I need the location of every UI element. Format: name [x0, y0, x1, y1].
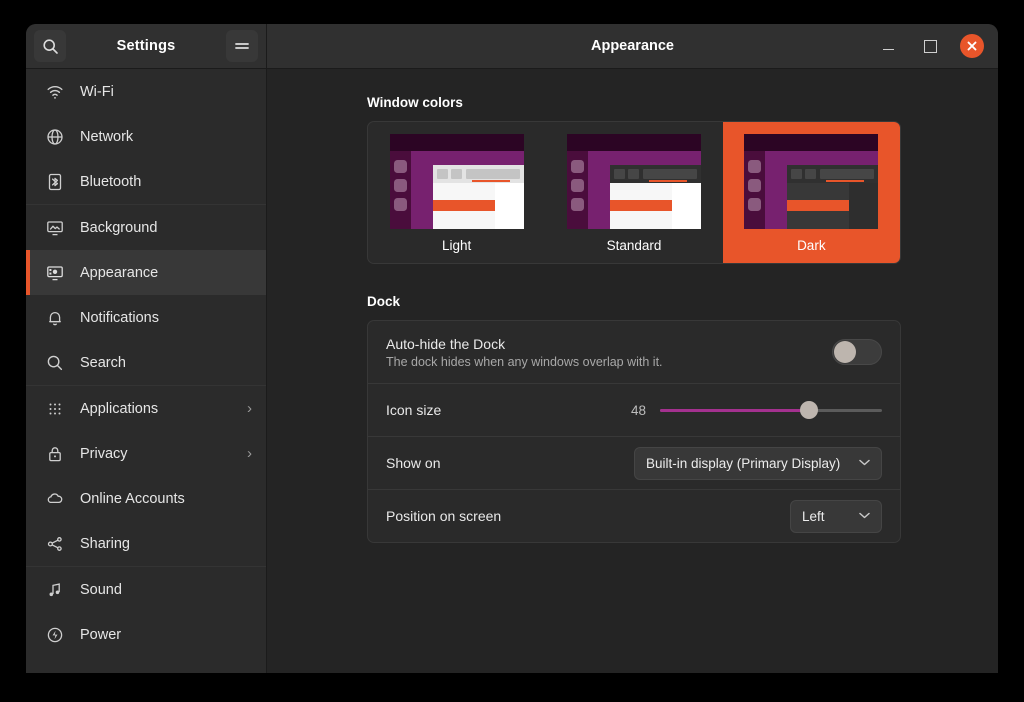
- sidebar-item-sound[interactable]: Sound: [26, 567, 266, 612]
- theme-label: Standard: [607, 238, 662, 253]
- sidebar-item-label: Applications: [80, 401, 231, 417]
- autohide-description: The dock hides when any windows overlap …: [386, 355, 820, 369]
- bell-icon: [46, 309, 64, 327]
- lock-icon: [46, 445, 64, 463]
- theme-preview-light: [390, 134, 524, 229]
- show-on-dropdown[interactable]: Built-in display (Primary Display): [634, 447, 882, 480]
- hamburger-menu-icon[interactable]: [226, 30, 258, 62]
- cloud-icon: [46, 490, 64, 508]
- sidebar-item-bluetooth[interactable]: Bluetooth: [26, 159, 266, 204]
- icon-size-slider[interactable]: [660, 401, 882, 419]
- sidebar-header: Settings: [26, 24, 267, 68]
- sidebar-item-label: Sharing: [80, 536, 236, 552]
- sidebar-item-power[interactable]: Power: [26, 612, 266, 657]
- theme-preview-dark: [744, 134, 878, 229]
- content-area: Window colors: [267, 69, 998, 673]
- sound-icon: [46, 581, 64, 599]
- search-icon[interactable]: [34, 30, 66, 62]
- autohide-toggle[interactable]: [832, 339, 882, 365]
- sidebar-item-network[interactable]: Network: [26, 114, 266, 159]
- autohide-row: Auto-hide the Dock The dock hides when a…: [368, 321, 900, 383]
- chevron-right-icon: ›: [247, 401, 252, 416]
- settings-title: Settings: [72, 38, 220, 54]
- autohide-label: Auto-hide the Dock: [386, 336, 820, 352]
- theme-option-standard[interactable]: Standard: [545, 122, 722, 263]
- slider-handle[interactable]: [800, 401, 818, 419]
- sidebar-item-label: Search: [80, 355, 236, 371]
- position-row: Position on screen Left: [368, 489, 900, 542]
- theme-preview-standard: [567, 134, 701, 229]
- header-bar: Settings Appearance: [26, 24, 998, 69]
- position-dropdown[interactable]: Left: [790, 500, 882, 533]
- chevron-down-icon: [859, 511, 870, 522]
- background-icon: [46, 219, 64, 237]
- position-label: Position on screen: [386, 508, 778, 524]
- icon-size-value: 48: [626, 403, 646, 418]
- theme-label: Dark: [797, 238, 826, 253]
- chevron-right-icon: ›: [247, 446, 252, 461]
- sidebar-item-sharing[interactable]: Sharing: [26, 521, 266, 566]
- dock-card: Auto-hide the Dock The dock hides when a…: [367, 320, 901, 543]
- sidebar-group: Applications › Privacy ›: [26, 386, 266, 566]
- sidebar-item-label: Bluetooth: [80, 174, 236, 190]
- sidebar-item-online-accounts[interactable]: Online Accounts: [26, 476, 266, 521]
- wifi-icon: [46, 83, 64, 101]
- sidebar-group: Wi-Fi Network: [26, 69, 266, 204]
- sidebar-item-display[interactable]: Display: [26, 657, 266, 673]
- sidebar-item-applications[interactable]: Applications ›: [26, 386, 266, 431]
- theme-option-light[interactable]: Light: [368, 122, 545, 263]
- window-controls: [876, 34, 990, 58]
- sidebar-item-appearance[interactable]: Appearance: [26, 250, 266, 295]
- show-on-label: Show on: [386, 455, 622, 471]
- power-icon: [46, 626, 64, 644]
- bluetooth-icon: [46, 173, 64, 191]
- dock-title: Dock: [367, 294, 901, 309]
- sidebar-group: Background Appearance: [26, 205, 266, 385]
- sidebar-item-label: Online Accounts: [80, 491, 236, 507]
- page-header: Appearance: [267, 24, 998, 68]
- sidebar-item-label: Notifications: [80, 310, 236, 326]
- slider-fill: [660, 409, 809, 413]
- theme-label: Light: [442, 238, 471, 253]
- sidebar-item-label: Power: [80, 627, 236, 643]
- minimize-button[interactable]: [876, 34, 900, 58]
- sidebar-item-notifications[interactable]: Notifications: [26, 295, 266, 340]
- search-icon: [46, 354, 64, 372]
- maximize-button[interactable]: [918, 34, 942, 58]
- grid-icon: [46, 400, 64, 418]
- settings-window: Settings Appearance: [26, 24, 998, 673]
- sidebar-item-label: Network: [80, 129, 236, 145]
- position-value: Left: [802, 509, 825, 524]
- sidebar[interactable]: Wi-Fi Network: [26, 69, 267, 673]
- window-colors-card: Light: [367, 121, 901, 264]
- window-body: Wi-Fi Network: [26, 69, 998, 673]
- sidebar-item-label: Display: [80, 672, 236, 674]
- display-icon: [46, 671, 64, 674]
- sidebar-item-wifi[interactable]: Wi-Fi: [26, 69, 266, 114]
- theme-options: Light: [368, 122, 900, 263]
- sidebar-group: Sound Power: [26, 567, 266, 673]
- icon-size-row: Icon size 48: [368, 383, 900, 436]
- globe-icon: [46, 128, 64, 146]
- sidebar-item-label: Wi-Fi: [80, 84, 236, 100]
- sidebar-item-background[interactable]: Background: [26, 205, 266, 250]
- sidebar-item-label: Appearance: [80, 265, 236, 281]
- sidebar-item-label: Background: [80, 220, 236, 236]
- sidebar-item-privacy[interactable]: Privacy ›: [26, 431, 266, 476]
- toggle-knob: [834, 341, 856, 363]
- sidebar-item-label: Sound: [80, 582, 236, 598]
- sidebar-item-search[interactable]: Search: [26, 340, 266, 385]
- show-on-row: Show on Built-in display (Primary Displa…: [368, 436, 900, 489]
- appearance-icon: [46, 264, 64, 282]
- icon-size-label: Icon size: [386, 402, 614, 418]
- theme-option-dark[interactable]: Dark: [723, 122, 900, 263]
- chevron-down-icon: [859, 458, 870, 469]
- close-button[interactable]: [960, 34, 984, 58]
- share-icon: [46, 535, 64, 553]
- window-colors-title: Window colors: [367, 95, 901, 110]
- show-on-value: Built-in display (Primary Display): [646, 456, 840, 471]
- sidebar-item-label: Privacy: [80, 446, 231, 462]
